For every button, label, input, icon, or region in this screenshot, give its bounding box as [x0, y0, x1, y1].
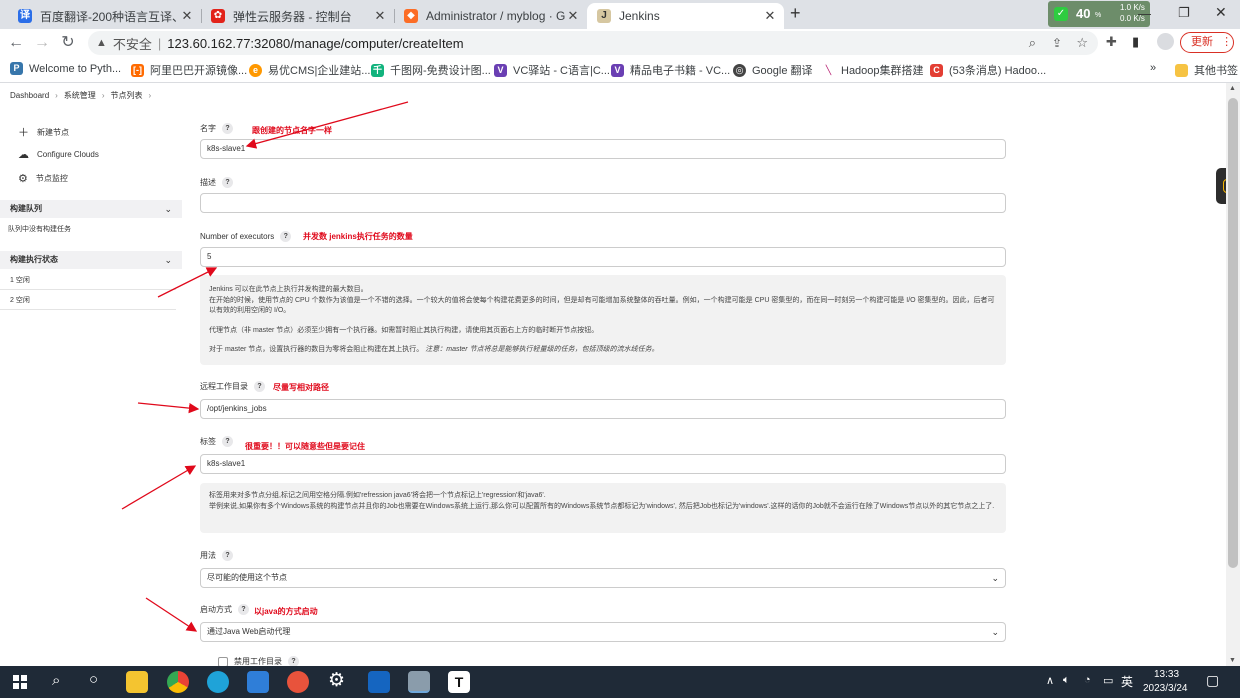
bookmark-vcyz[interactable]: V VC驿站 - C语言|C... — [494, 62, 610, 78]
vc-icon: V — [494, 63, 507, 77]
star-icon[interactable]: ☆ — [1076, 35, 1088, 51]
clock-date[interactable]: 2023/3/24 — [1143, 683, 1188, 694]
jenkins-icon: J — [597, 9, 611, 23]
tab-huawei-cloud[interactable]: ✿ 弹性云服务器 - 控制台 ✕ — [201, 3, 394, 29]
close-icon[interactable]: ✕ — [762, 8, 778, 24]
bookmark-ebooks[interactable]: V 精品电子书籍 - VC... — [611, 62, 730, 78]
back-button[interactable]: ← — [6, 33, 26, 53]
csdn-icon: C — [930, 63, 943, 77]
scroll-down-icon[interactable]: ▼ — [1229, 657, 1236, 664]
arrow-to-executors — [157, 267, 218, 298]
net-speed-widget: ✓ 40 % 1.0 K/s 0.0 K/s — [1048, 1, 1150, 27]
browser-toolbar: ← → ↻ ▲ 不安全 | 123.60.162.77:32080/manage… — [0, 29, 1240, 57]
bookmark-hadoop[interactable]: ╲ Hadoop集群搭建 — [822, 62, 924, 78]
arrow-to-labels — [121, 465, 197, 510]
windows-start-icon[interactable] — [13, 675, 27, 689]
arrow-to-launch — [145, 597, 198, 632]
image-app-icon[interactable] — [408, 671, 430, 693]
vc-icon: V — [611, 63, 624, 77]
aliyun-icon: [-] — [131, 63, 144, 77]
swirl-app-icon[interactable] — [287, 671, 309, 693]
file-explorer-icon[interactable] — [126, 671, 148, 693]
network-icon[interactable]: ◔ — [1084, 674, 1091, 686]
ime-indicator[interactable]: 英 — [1121, 673, 1133, 690]
close-window-button[interactable]: ✕ — [1215, 4, 1227, 21]
minimize-button[interactable]: — — [1138, 6, 1151, 21]
bookmarks-bar: P Welcome to Pyth... [-] 阿里巴巴开源镜像... e 易优CM… — [0, 57, 1240, 83]
settings-icon[interactable]: ⚙ — [328, 669, 345, 692]
battery-icon[interactable]: ▭ — [1103, 674, 1113, 687]
extensions-icon[interactable]: ✚ — [1106, 34, 1117, 50]
bluetooth-app-icon[interactable] — [368, 671, 390, 693]
chrome-icon[interactable] — [167, 671, 189, 693]
new-tab-button[interactable]: + — [790, 3, 801, 24]
close-icon[interactable]: ✕ — [565, 8, 581, 24]
warning-icon: ▲ — [96, 37, 107, 49]
bookmark-eyoucms[interactable]: e 易优CMS|企业建站... — [249, 62, 370, 78]
shield-icon: ✓ — [1054, 7, 1068, 21]
annotation-arrows — [121, 101, 409, 632]
maximize-button[interactable]: ❐ — [1178, 5, 1190, 21]
browser-tab-bar: 译 百度翻译-200种语言互译、沟通 ✕ ✿ 弹性云服务器 - 控制台 ✕ ◆ … — [0, 0, 1240, 29]
other-bookmarks[interactable]: 其他书签 — [1175, 62, 1238, 78]
folder-icon — [1175, 63, 1188, 77]
edge-icon[interactable] — [207, 671, 229, 693]
bookmark-python[interactable]: P Welcome to Pyth... — [10, 62, 121, 75]
jenkins-page: Dashboard › 系统管理 › 节点列表 › ＋ 新建节点 ☁ Confi… — [0, 83, 1226, 666]
task-view-icon[interactable]: ○ — [89, 671, 98, 688]
baidu-translate-icon: 译 — [18, 9, 32, 23]
tab-jenkins[interactable]: J Jenkins ✕ — [587, 3, 784, 29]
forward-button[interactable]: → — [32, 33, 52, 53]
notification-icon[interactable]: ▢ — [1206, 672, 1219, 689]
clock-time[interactable]: 13:33 — [1154, 669, 1179, 680]
zoom-icon[interactable]: ⌕ — [1029, 35, 1036, 51]
bookmark-google-translate[interactable]: ◎ Google 翻译 — [733, 62, 813, 78]
globe-icon: ◎ — [733, 63, 746, 77]
profile-icon[interactable] — [1157, 33, 1174, 50]
tray-chevron-icon[interactable]: ∧ — [1046, 674, 1054, 687]
hadoop-icon: ╲ — [822, 63, 835, 77]
scroll-up-icon[interactable]: ▲ — [1229, 85, 1236, 92]
bookmark-aliyun[interactable]: [-] 阿里巴巴开源镜像... — [131, 62, 247, 78]
huawei-icon: ✿ — [211, 9, 225, 23]
reload-button[interactable]: ↻ — [58, 33, 78, 53]
tab-baidu-translate[interactable]: 译 百度翻译-200种语言互译、沟通 ✕ — [8, 3, 201, 29]
close-icon[interactable]: ✕ — [179, 8, 195, 24]
arrow-to-remote-dir — [137, 402, 200, 414]
bookmarks-more[interactable]: » — [1150, 62, 1156, 74]
typora-icon[interactable]: T — [448, 671, 470, 693]
sidebar-icon[interactable]: ▮ — [1132, 34, 1139, 50]
tab-gitlab[interactable]: ◆ Administrator / myblog · GitLa ✕ — [394, 3, 587, 29]
vscode-icon[interactable] — [247, 671, 269, 693]
bookmark-qiantu[interactable]: 千千图网-免费设计图... — [371, 62, 491, 78]
windows-taskbar: ⌕ ○ ⚙ T ∧ 🔈︎ ◔ ▭ 英 13:33 2023/3/24 ▢ — [0, 666, 1240, 698]
qiantu-icon: 千 — [371, 63, 384, 77]
python-icon: P — [10, 62, 23, 75]
gitlab-icon: ◆ — [404, 9, 418, 23]
speaker-icon[interactable]: 🔈︎ — [1063, 674, 1070, 687]
update-button[interactable]: 更新 ⋮ — [1180, 32, 1234, 53]
search-icon[interactable]: ⌕ — [52, 672, 60, 689]
arrow-to-name — [245, 101, 409, 149]
share-icon[interactable]: ⇪ — [1052, 36, 1062, 50]
eyoucms-icon: e — [249, 63, 262, 77]
address-bar[interactable]: ▲ 不安全 | 123.60.162.77:32080/manage/compu… — [88, 31, 1098, 55]
close-icon[interactable]: ✕ — [372, 8, 388, 24]
bookmark-csdn[interactable]: C (53条消息) Hadoo... — [930, 62, 1046, 78]
scrollbar-thumb[interactable] — [1228, 98, 1238, 568]
